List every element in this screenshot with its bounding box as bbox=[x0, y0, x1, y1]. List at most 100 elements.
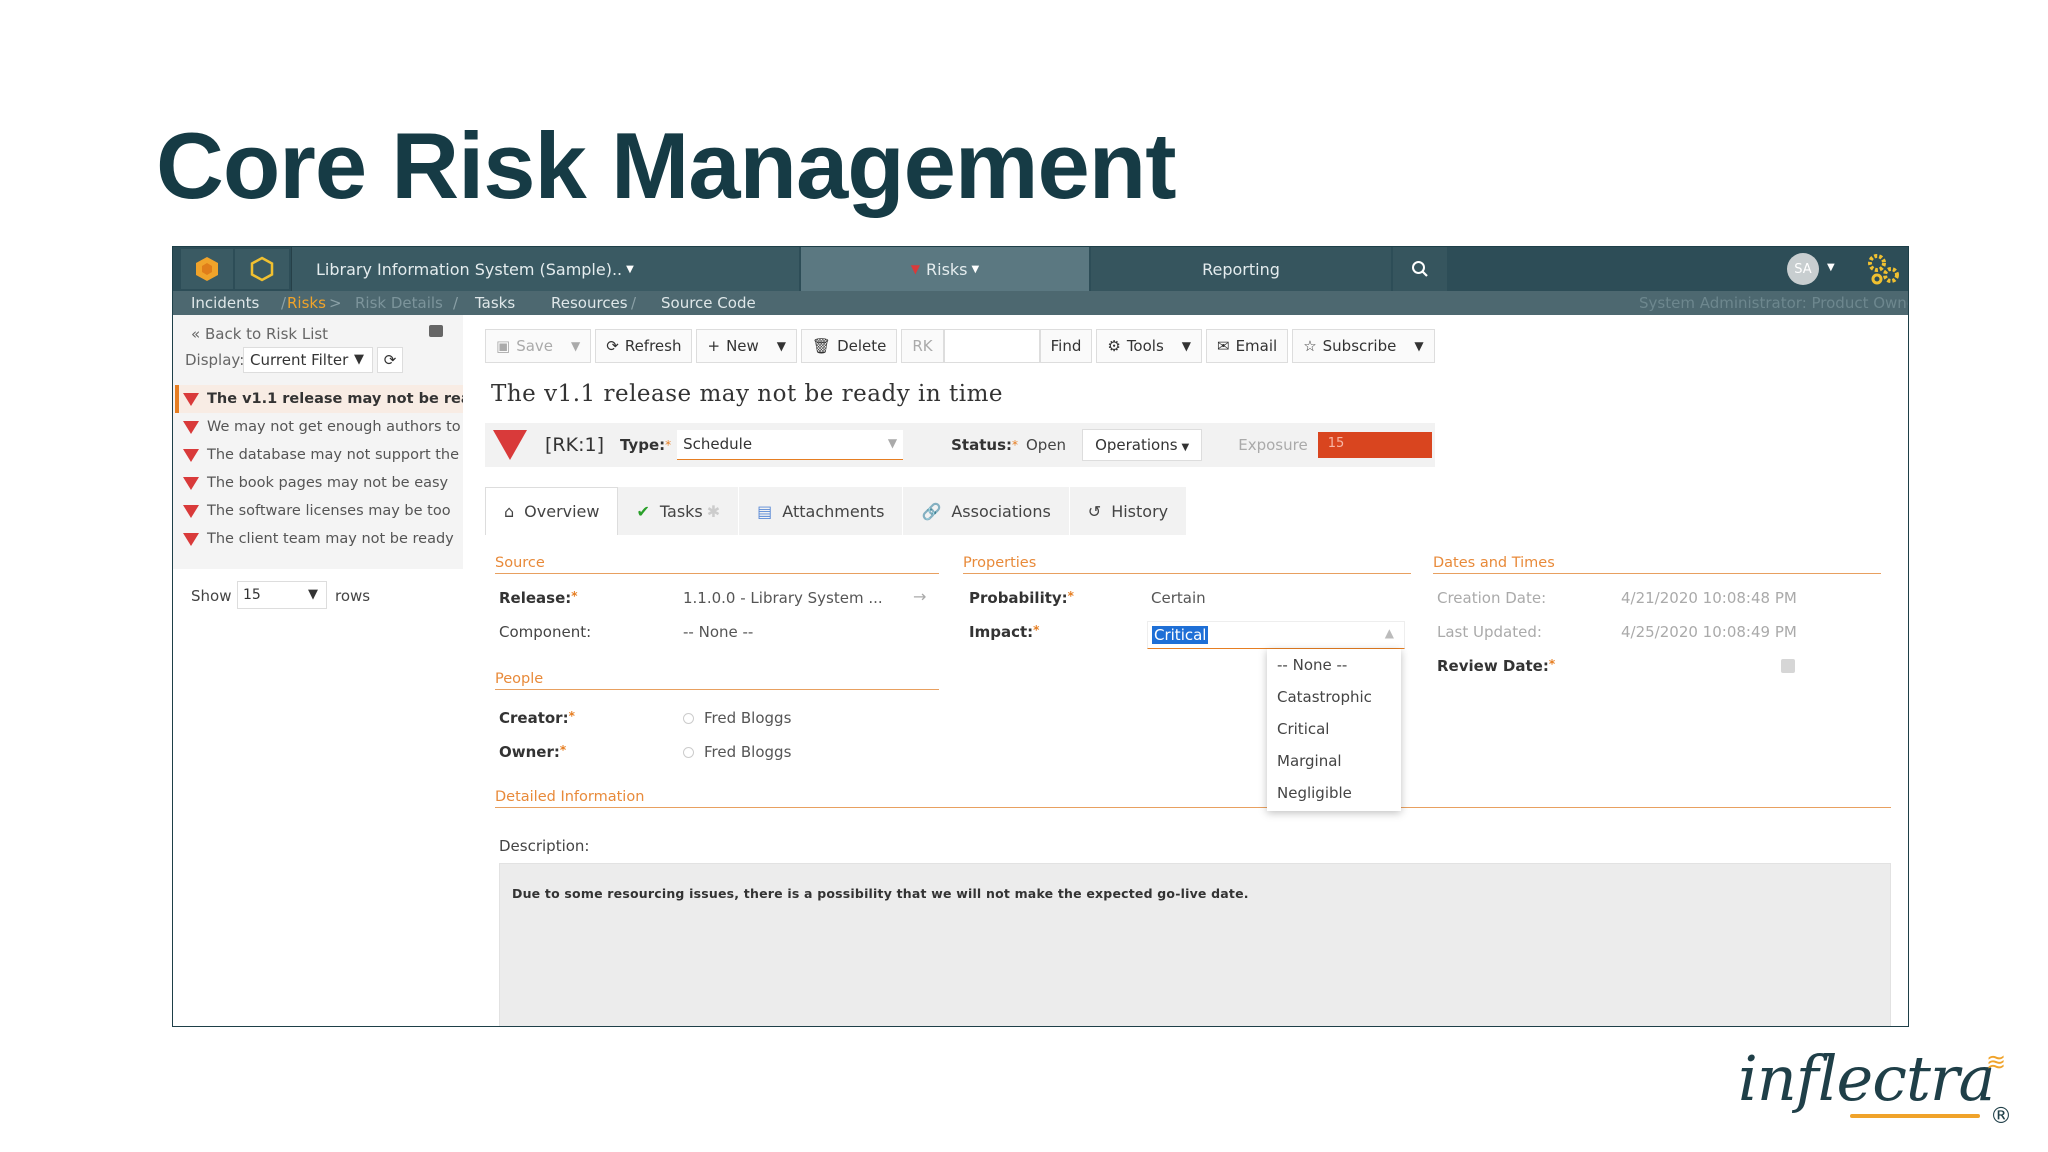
risk-list-item[interactable]: The client team may not be ready bbox=[175, 525, 463, 553]
owner-value[interactable]: Fred Bloggs bbox=[683, 743, 791, 761]
probability-value[interactable]: Certain bbox=[1151, 589, 1206, 607]
tab-label: Attachments bbox=[782, 501, 885, 521]
risk-list-item[interactable]: The database may not support the bbox=[175, 441, 463, 469]
tab-overview[interactable]: ⌂ Overview bbox=[485, 487, 619, 535]
spira-logo-icon[interactable] bbox=[181, 249, 233, 289]
tools-button[interactable]: ⚙ Tools ▼ bbox=[1096, 329, 1202, 363]
subscribe-button[interactable]: ☆ Subscribe ▼ bbox=[1292, 329, 1435, 363]
release-value[interactable]: 1.1.0.0 - Library System ... bbox=[683, 589, 883, 607]
chevron-down-icon[interactable]: ▼ bbox=[345, 347, 373, 373]
breadcrumb: Incidents / Risks > Risk Details / Tasks… bbox=[173, 291, 1908, 315]
delete-label: Delete bbox=[837, 337, 887, 355]
tools-label: Tools bbox=[1126, 337, 1164, 355]
risk-icon bbox=[183, 420, 199, 434]
risk-menu-icon: ▼ bbox=[910, 262, 921, 276]
breadcrumb-separator: / bbox=[631, 294, 637, 312]
user-avatar[interactable]: SA bbox=[1787, 253, 1819, 285]
delete-button[interactable]: 🗑 Delete bbox=[801, 329, 898, 363]
required-marker: * bbox=[568, 709, 575, 723]
breadcrumb-separator: / bbox=[453, 294, 459, 312]
plus-icon: + bbox=[707, 337, 721, 355]
home-icon: ⌂ bbox=[504, 502, 515, 521]
nav-incidents[interactable]: Incidents bbox=[191, 294, 259, 312]
release-label: Release:* bbox=[499, 589, 578, 607]
nav-tasks[interactable]: Tasks bbox=[475, 294, 515, 312]
search-icon bbox=[1412, 261, 1428, 277]
save-button[interactable]: ▣ Save ▼ bbox=[485, 329, 592, 363]
search-button[interactable] bbox=[1393, 247, 1447, 291]
risk-list-item[interactable]: The book pages may not be easy bbox=[175, 469, 463, 497]
slide: Core Risk Management Library Information… bbox=[0, 0, 2048, 1152]
risk-list-item[interactable]: The v1.1 release may not be ready bbox=[175, 385, 463, 413]
impact-option[interactable]: Catastrophic bbox=[1267, 681, 1401, 713]
exposure-value: 15 bbox=[1327, 436, 1345, 451]
arrow-right-icon[interactable]: → bbox=[913, 587, 926, 606]
risk-list-item[interactable]: We may not get enough authors to bbox=[175, 413, 463, 441]
impact-value: Critical bbox=[1152, 626, 1209, 644]
required-marker: * bbox=[559, 743, 567, 757]
tab-history[interactable]: ↺ History bbox=[1069, 487, 1188, 535]
risks-menu[interactable]: ▼ Risks ▼ bbox=[801, 247, 1089, 291]
creator-label-text: Creator: bbox=[499, 709, 569, 727]
tab-label: History bbox=[1111, 501, 1169, 521]
find-button[interactable]: Find bbox=[1039, 329, 1093, 363]
status-value: Open bbox=[1026, 436, 1067, 454]
impact-option[interactable]: Negligible bbox=[1267, 777, 1401, 809]
required-marker: * bbox=[1067, 589, 1074, 603]
creator-value[interactable]: Fred Bloggs bbox=[683, 709, 791, 727]
tab-tasks[interactable]: ✔ Tasks ✱ bbox=[618, 487, 740, 535]
impact-option[interactable]: Critical bbox=[1267, 713, 1401, 745]
risk-icon bbox=[493, 430, 527, 460]
risk-title[interactable]: The v1.1 release may not be ready in tim… bbox=[491, 381, 1003, 407]
chevron-up-icon: ▲ bbox=[1384, 626, 1394, 640]
caret-down-icon: ▼ bbox=[1181, 442, 1190, 453]
operations-button[interactable]: Operations ▼ bbox=[1082, 429, 1203, 461]
top-navigation-bar: Library Information System (Sample).. ▼ ▼… bbox=[173, 247, 1908, 291]
find-id-input[interactable] bbox=[943, 329, 1040, 363]
user-icon bbox=[683, 747, 694, 758]
probability-label-text: Probability: bbox=[969, 589, 1068, 607]
required-marker: * bbox=[665, 438, 672, 452]
release-label-text: Release: bbox=[499, 589, 572, 607]
inflectra-logo: inflectra bbox=[1738, 1042, 1995, 1115]
risk-list-item-label: The book pages may not be easy bbox=[207, 475, 449, 491]
owner-name: Fred Bloggs bbox=[704, 743, 792, 761]
rk-prefix: RK bbox=[901, 329, 944, 363]
nav-source-code[interactable]: Source Code bbox=[661, 294, 756, 312]
review-date-label-text: Review Date: bbox=[1437, 657, 1549, 675]
impact-option[interactable]: -- None -- bbox=[1267, 649, 1401, 681]
component-value[interactable]: -- None -- bbox=[683, 623, 753, 641]
refresh-list-icon[interactable]: ⟳ bbox=[377, 347, 403, 373]
nav-risks[interactable]: Risks bbox=[287, 294, 326, 312]
risk-list-item-label: The database may not support the bbox=[207, 447, 460, 463]
risk-list-item[interactable]: The software licenses may be too bbox=[175, 497, 463, 525]
refresh-label: Refresh bbox=[624, 337, 682, 355]
project-selector[interactable]: Library Information System (Sample).. ▼ bbox=[291, 247, 799, 291]
impact-label: Impact:* bbox=[969, 623, 1039, 641]
type-label: Type: bbox=[619, 436, 666, 454]
logo-swoosh bbox=[1850, 1114, 1980, 1118]
nav-resources[interactable]: Resources bbox=[551, 294, 628, 312]
risk-list-item-label: The v1.1 release may not be ready bbox=[207, 391, 463, 407]
description-editor[interactable]: Due to some resourcing issues, there is … bbox=[499, 863, 1891, 1026]
tab-attachments[interactable]: ▤ Attachments bbox=[739, 487, 904, 535]
calendar-icon[interactable] bbox=[1781, 659, 1795, 673]
workspace-hexagon-icon[interactable] bbox=[235, 249, 289, 289]
collapse-sidebar-icon[interactable] bbox=[429, 325, 443, 337]
new-button[interactable]: + New ▼ bbox=[696, 329, 798, 363]
settings-gears-icon[interactable] bbox=[1865, 251, 1901, 291]
link-icon: 🔗 bbox=[921, 501, 942, 521]
avatar-caret-icon[interactable]: ▼ bbox=[1827, 262, 1835, 273]
section-people: People bbox=[495, 671, 939, 690]
impact-select[interactable]: Critical ▲ bbox=[1147, 621, 1405, 649]
email-button[interactable]: ✉ Email bbox=[1206, 329, 1289, 363]
user-icon bbox=[683, 713, 694, 724]
refresh-button[interactable]: ⟳ Refresh bbox=[595, 329, 693, 363]
reporting-menu[interactable]: Reporting bbox=[1091, 247, 1391, 291]
logo-wave-icon: ≋ bbox=[1986, 1048, 2007, 1076]
chevron-down-icon[interactable]: ▼ bbox=[299, 581, 327, 609]
back-to-list-link[interactable]: « Back to Risk List bbox=[191, 325, 328, 343]
impact-option[interactable]: Marginal bbox=[1267, 745, 1401, 777]
tab-associations[interactable]: 🔗 Associations bbox=[903, 487, 1070, 535]
type-select[interactable]: Schedule ▼ bbox=[677, 430, 904, 460]
